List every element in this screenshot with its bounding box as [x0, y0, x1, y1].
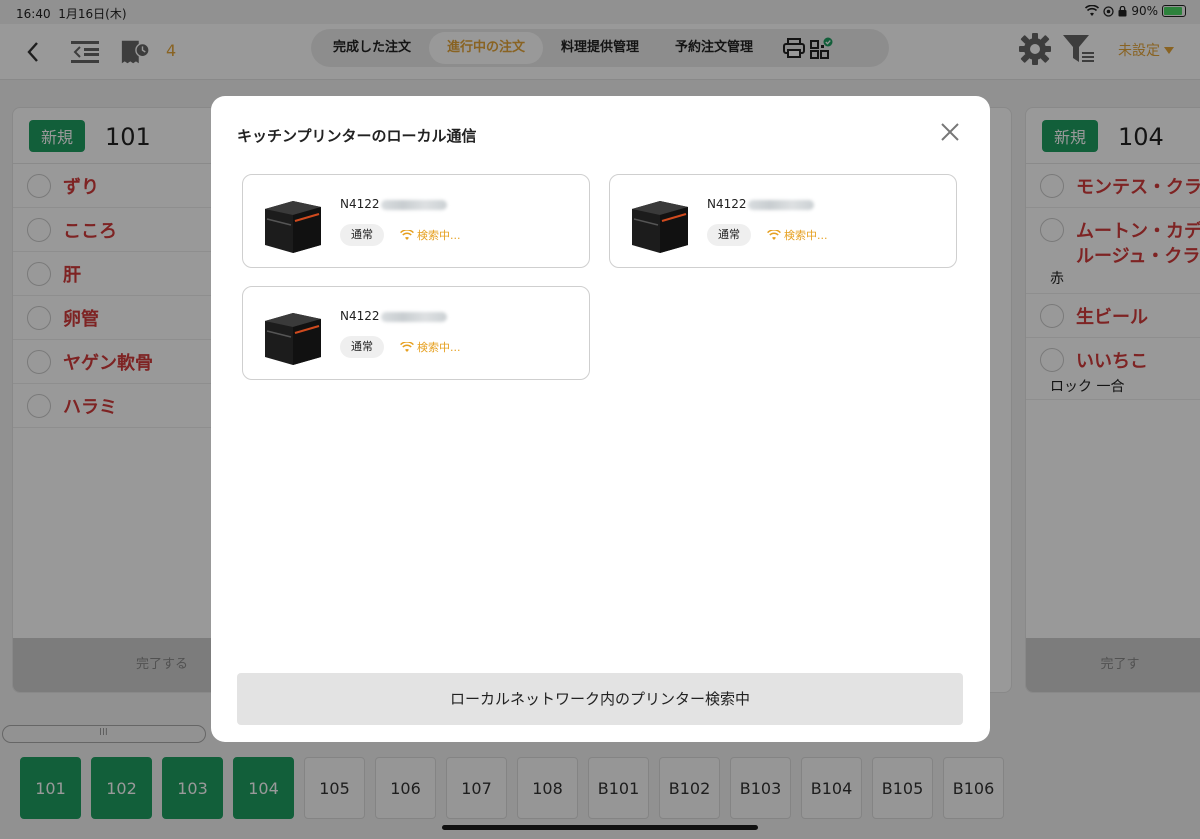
- wifi-icon: [767, 229, 781, 240]
- printer-card[interactable]: N4122 通常 検索中...: [242, 286, 590, 380]
- printer-name: N4122: [707, 197, 814, 211]
- printer-device-image: [265, 201, 321, 253]
- printer-device-image: [265, 313, 321, 365]
- wifi-icon: [400, 229, 414, 240]
- mode-badge: 通常: [340, 224, 384, 246]
- dialog-title: キッチンプリンターのローカル通信: [237, 127, 477, 145]
- printer-device-image: [632, 201, 688, 253]
- search-status: 検索中...: [400, 339, 461, 355]
- searching-printers-button[interactable]: ローカルネットワーク内のプリンター検索中: [237, 673, 963, 725]
- close-icon[interactable]: [938, 120, 962, 144]
- search-status: 検索中...: [400, 227, 461, 243]
- home-indicator: [442, 825, 758, 830]
- printer-name: N4122: [340, 309, 447, 323]
- printer-card[interactable]: N4122 通常 検索中...: [609, 174, 957, 268]
- wifi-icon: [400, 341, 414, 352]
- printer-dialog: キッチンプリンターのローカル通信 N4122 通常 検索中... N4122 通…: [211, 96, 990, 742]
- mode-badge: 通常: [707, 224, 751, 246]
- printer-name: N4122: [340, 197, 447, 211]
- search-status: 検索中...: [767, 227, 828, 243]
- printer-card[interactable]: N4122 通常 検索中...: [242, 174, 590, 268]
- mode-badge: 通常: [340, 336, 384, 358]
